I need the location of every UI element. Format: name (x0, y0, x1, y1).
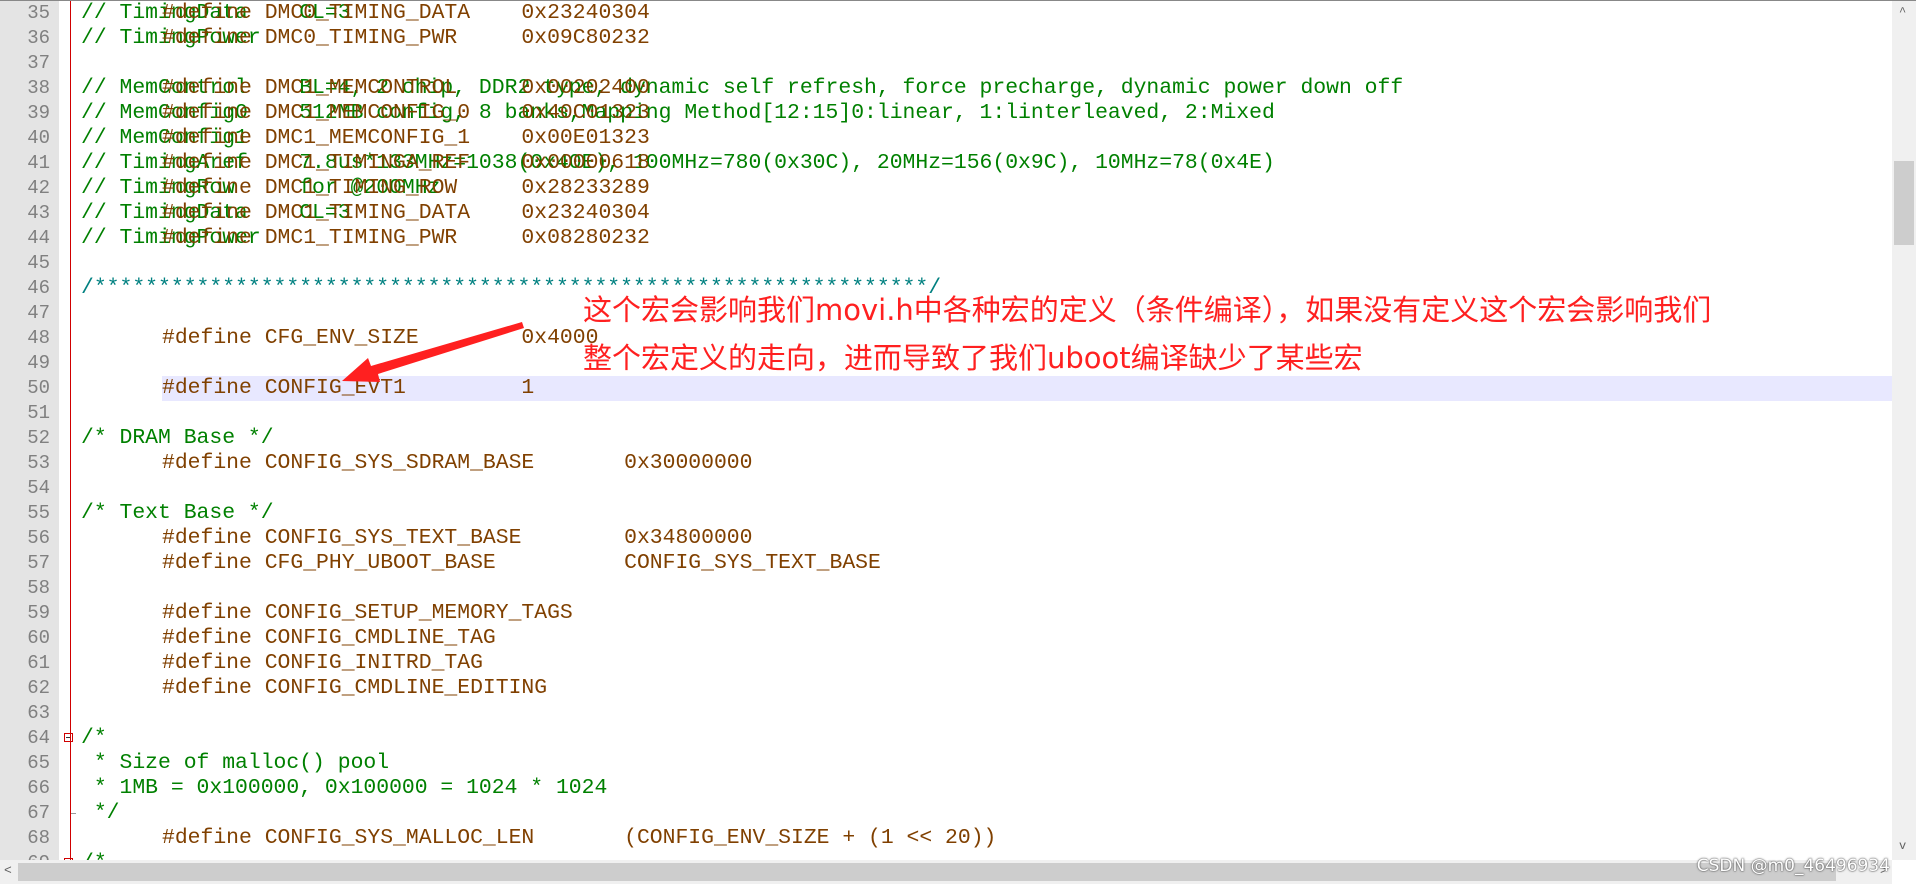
vertical-scrollbar[interactable]: ^ v (1892, 1, 1916, 860)
scroll-down-arrow-icon[interactable]: v (1899, 839, 1906, 853)
horizontal-scrollbar[interactable]: < > (0, 860, 1892, 884)
horizontal-scroll-thumb[interactable] (18, 863, 1836, 881)
arrow-shaft (342, 322, 524, 382)
annotation-arrow (342, 322, 524, 382)
watermark: CSDN @m0_46496934 (1696, 856, 1890, 876)
scroll-left-arrow-icon[interactable]: < (4, 863, 12, 878)
vertical-scroll-thumb[interactable] (1894, 161, 1914, 245)
scroll-up-arrow-icon[interactable]: ^ (1899, 5, 1906, 19)
